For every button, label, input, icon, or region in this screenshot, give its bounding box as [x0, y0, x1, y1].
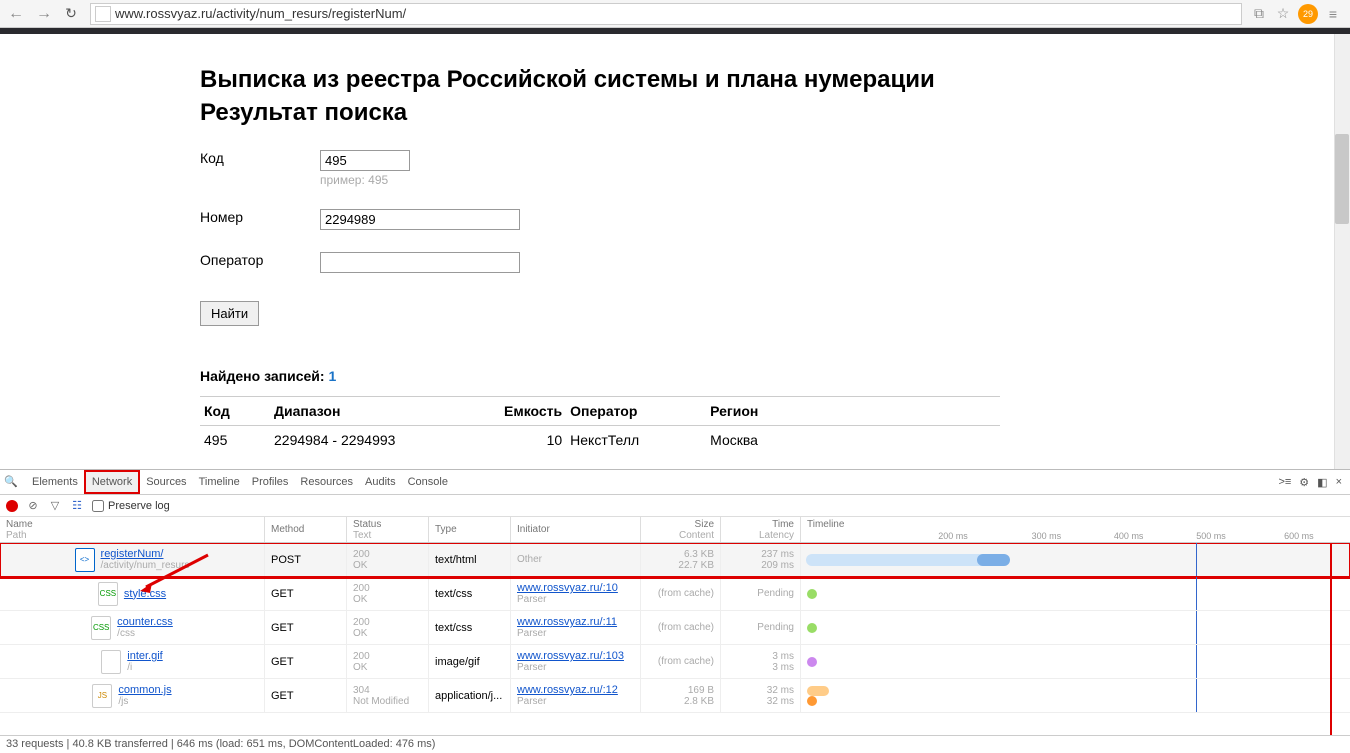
- table-row: 495 2294984 - 2294993 10 НекстТелл Москв…: [200, 425, 1000, 454]
- network-row[interactable]: CSSstyle.cssGET200OKtext/csswww.rossvyaz…: [0, 577, 1350, 611]
- devtools-tabs: 🔍 ElementsNetworkSourcesTimelineProfiles…: [0, 470, 1350, 495]
- site-icon: [95, 6, 111, 22]
- drawer-icon[interactable]: >≡: [1278, 476, 1291, 488]
- clear-button[interactable]: ⊘: [26, 499, 40, 513]
- reload-button[interactable]: ↻: [60, 3, 82, 25]
- dock-icon[interactable]: ◧: [1317, 476, 1327, 489]
- url-text: www.rossvyaz.ru/activity/num_resurs/regi…: [115, 6, 1237, 21]
- extension-badge[interactable]: 29: [1298, 4, 1318, 24]
- code-hint: пример: 495: [320, 173, 410, 187]
- page-title: Выписка из реестра Российской системы и …: [200, 66, 1000, 95]
- tab-profiles[interactable]: Profiles: [246, 472, 295, 492]
- record-button[interactable]: [6, 500, 18, 512]
- url-bar[interactable]: www.rossvyaz.ru/activity/num_resurs/regi…: [90, 3, 1242, 25]
- network-row[interactable]: JScommon.js/jsGET304Not Modifiedapplicat…: [0, 679, 1350, 713]
- th-range: Диапазон: [270, 396, 500, 425]
- devtools: 🔍 ElementsNetworkSourcesTimelineProfiles…: [0, 469, 1350, 753]
- search-icon[interactable]: 🔍: [4, 475, 18, 489]
- devtools-status: 33 requests | 40.8 KB transferred | 646 …: [0, 735, 1350, 753]
- back-button[interactable]: ←: [4, 3, 28, 25]
- page-scrollbar[interactable]: [1334, 34, 1350, 469]
- th-op: Оператор: [566, 396, 706, 425]
- result-table: Код Диапазон Емкость Оператор Регион 495…: [200, 396, 1000, 454]
- settings-icon[interactable]: ⚙: [1299, 476, 1309, 489]
- th-code: Код: [200, 396, 270, 425]
- network-header: NamePath Method StatusText Type Initiato…: [0, 517, 1350, 543]
- tab-elements[interactable]: Elements: [26, 472, 84, 492]
- page-body: Выписка из реестра Российской системы и …: [0, 34, 1350, 469]
- th-cap: Емкость: [500, 396, 566, 425]
- tab-audits[interactable]: Audits: [359, 472, 402, 492]
- number-input[interactable]: [320, 209, 520, 230]
- copy-icon[interactable]: ⧉: [1250, 5, 1268, 23]
- code-label: Код: [200, 150, 320, 166]
- forward-button[interactable]: →: [32, 3, 56, 25]
- code-input[interactable]: [320, 150, 410, 171]
- network-toolbar: ⊘ ▽ ☷ Preserve log: [0, 495, 1350, 517]
- tab-timeline[interactable]: Timeline: [193, 472, 246, 492]
- browser-toolbar: ← → ↻ www.rossvyaz.ru/activity/num_resur…: [0, 0, 1350, 28]
- bookmark-icon[interactable]: ☆: [1274, 5, 1292, 23]
- view-button[interactable]: ☷: [70, 499, 84, 513]
- scrollbar-thumb[interactable]: [1335, 134, 1349, 224]
- tab-sources[interactable]: Sources: [140, 472, 192, 492]
- network-row[interactable]: inter.gif/iGET200OKimage/gifwww.rossvyaz…: [0, 645, 1350, 679]
- tab-console[interactable]: Console: [402, 472, 454, 492]
- preserve-log-checkbox[interactable]: [92, 500, 104, 512]
- page-subtitle: Результат поиска: [200, 99, 1000, 128]
- network-row[interactable]: <>registerNum//activity/num_resursPOST20…: [0, 543, 1350, 577]
- records-found: Найдено записей: 1: [200, 368, 1000, 384]
- close-icon[interactable]: ×: [1336, 476, 1342, 488]
- find-button[interactable]: Найти: [200, 301, 259, 326]
- menu-icon[interactable]: ≡: [1324, 5, 1342, 23]
- preserve-log[interactable]: Preserve log: [92, 500, 170, 512]
- operator-label: Оператор: [200, 252, 320, 268]
- chrome-extensions: ⧉ ☆ 29 ≡: [1250, 4, 1346, 24]
- th-region: Регион: [706, 396, 1000, 425]
- operator-input[interactable]: [320, 252, 520, 273]
- tab-resources[interactable]: Resources: [294, 472, 359, 492]
- filter-button[interactable]: ▽: [48, 499, 62, 513]
- tab-network[interactable]: Network: [84, 470, 140, 494]
- number-label: Номер: [200, 209, 320, 225]
- network-rows: <>registerNum//activity/num_resursPOST20…: [0, 543, 1350, 735]
- network-row[interactable]: CSScounter.css/cssGET200OKtext/csswww.ro…: [0, 611, 1350, 645]
